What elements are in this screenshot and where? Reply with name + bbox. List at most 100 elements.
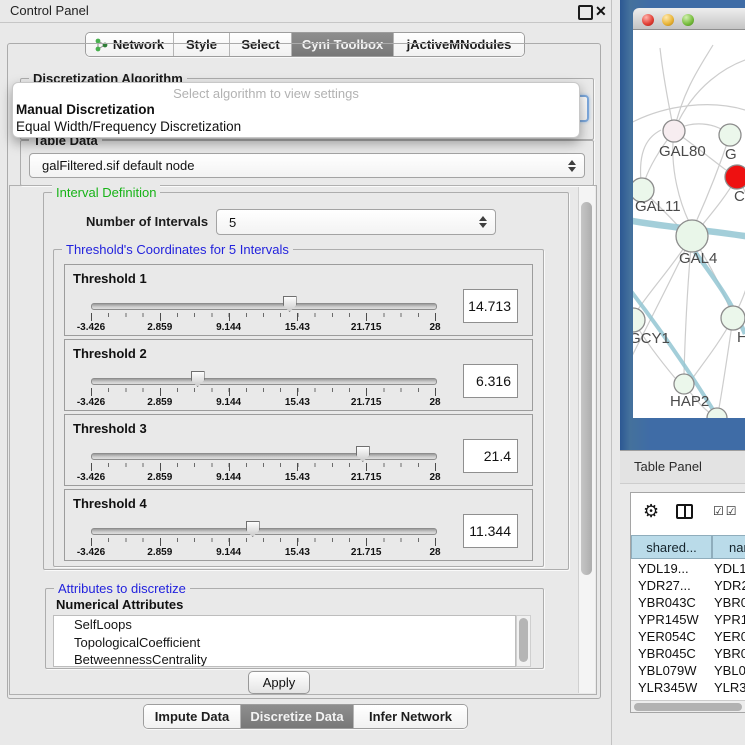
dropdown-option-manual[interactable]: Manual Discretization <box>16 102 155 117</box>
slider-minor-ticks <box>91 388 436 392</box>
threshold-value-field[interactable]: 14.713 <box>463 289 518 323</box>
select-columns-icons[interactable]: ☑☑ <box>713 504 739 518</box>
network-node-gcy1[interactable] <box>633 308 645 332</box>
minimize-traffic-light-icon[interactable] <box>662 14 674 26</box>
attributes-scrollbar[interactable] <box>516 615 531 667</box>
table-row[interactable]: YPR145WYPR145W <box>631 612 745 629</box>
network-edge <box>719 318 733 408</box>
table-horizontal-scrollbar[interactable] <box>631 700 745 713</box>
slider-track[interactable] <box>91 303 437 310</box>
slider-major-tick <box>435 388 436 396</box>
apply-button[interactable]: Apply <box>248 671 310 694</box>
close-traffic-light-icon[interactable] <box>642 14 654 26</box>
threshold-value-field[interactable]: 21.4 <box>463 439 518 473</box>
network-node-g[interactable] <box>719 124 741 146</box>
network-node[interactable] <box>707 408 727 418</box>
slider-tick-label: 28 <box>429 397 440 408</box>
cell-shared-name[interactable]: YDR27... <box>631 578 712 595</box>
slider-tick-label: 21.715 <box>351 547 382 558</box>
dropdown-option-equal-width[interactable]: Equal Width/Frequency Discretization <box>16 119 241 134</box>
slider-major-tick <box>229 463 230 471</box>
cell-name[interactable]: YER054C <box>712 629 745 646</box>
slider-tick-label: 15.43 <box>285 322 310 333</box>
cell-shared-name[interactable]: YBR043C <box>631 595 712 612</box>
table-row[interactable]: YBR043CYBR043C <box>631 595 745 612</box>
slider-track[interactable] <box>91 453 437 460</box>
cyni-mode-tabs: Impute Data Discretize DataInfer Network <box>143 704 468 729</box>
table-row[interactable]: YBR045CYBR045C <box>631 646 745 663</box>
table-data-combobox[interactable]: galFiltered.sif default node <box>29 153 585 178</box>
zoom-traffic-light-icon[interactable] <box>682 14 694 26</box>
thresholds-group: Threshold's Coordinates for 5 Intervals … <box>53 249 544 567</box>
slider-track[interactable] <box>91 378 437 385</box>
combo-stepper-icon <box>479 216 487 228</box>
network-edge <box>633 105 745 125</box>
cell-name[interactable]: YLR345W <box>712 680 745 697</box>
number-of-intervals-combobox[interactable]: 5 <box>216 209 496 235</box>
attribute-list-item[interactable]: SelfLoops <box>54 616 515 634</box>
cell-shared-name[interactable]: YLR345W <box>631 680 712 697</box>
column-header-shared-name[interactable]: shared... <box>631 535 712 559</box>
network-desktop: GAL80GCGAL11GAL4GCY1HHAP2 <box>620 0 745 450</box>
tab-label: Impute Data <box>155 709 229 724</box>
cell-name[interactable]: YBL079W <box>712 663 745 680</box>
cell-shared-name[interactable]: YPR145W <box>631 612 712 629</box>
cell-name[interactable]: YDL19... <box>712 561 745 578</box>
cell-name[interactable]: YPR145W <box>712 612 745 629</box>
scrollbar-thumb[interactable] <box>519 618 528 662</box>
threshold-value-field[interactable]: 6.316 <box>463 364 518 398</box>
threshold-2-box: Threshold 2-3.4262.8599.14415.4321.71528… <box>64 339 533 411</box>
cell-shared-name[interactable]: YER054C <box>631 629 712 646</box>
table-row[interactable]: YBL079WYBL079W <box>631 663 745 680</box>
threshold-label: Threshold 4 <box>73 496 147 511</box>
slider-major-tick <box>160 388 161 396</box>
table-row[interactable]: YDR27...YDR27... <box>631 578 745 595</box>
network-node-hap2[interactable] <box>674 374 694 394</box>
network-node-gal4[interactable] <box>676 220 708 252</box>
gear-icon[interactable]: ⚙ <box>643 501 659 522</box>
cell-shared-name[interactable]: YBL079W <box>631 663 712 680</box>
cell-name[interactable]: YBR045C <box>712 646 745 663</box>
threshold-1-box: Threshold 1-3.4262.8599.14415.4321.71528… <box>64 264 533 336</box>
slider-track[interactable] <box>91 528 437 535</box>
network-node-c[interactable] <box>725 165 745 189</box>
cell-name[interactable]: YDR27... <box>712 578 745 595</box>
control-panel-titlebar: Control Panel ✕ <box>0 0 612 23</box>
network-window: GAL80GCGAL11GAL4GCY1HHAP2 <box>633 8 745 422</box>
column-header-name[interactable]: name <box>712 535 745 559</box>
network-window-titlebar[interactable] <box>633 8 745 30</box>
panel-title: Control Panel <box>10 0 89 22</box>
numerical-attributes-list[interactable]: SelfLoopsTopologicalCoefficientBetweenne… <box>53 615 516 667</box>
network-canvas[interactable]: GAL80GCGAL11GAL4GCY1HHAP2 <box>633 30 745 418</box>
columns-icon[interactable] <box>676 504 693 519</box>
group-title: Threshold's Coordinates for 5 Intervals <box>62 242 293 257</box>
scrollbar-thumb[interactable] <box>581 202 592 575</box>
group-title: Interval Definition <box>52 185 160 200</box>
network-node-gal80[interactable] <box>663 120 685 142</box>
slider-major-tick <box>160 463 161 471</box>
slider-major-tick <box>229 538 230 546</box>
vertical-scrollbar[interactable] <box>578 187 595 693</box>
cell-name[interactable]: YBR043C <box>712 595 745 612</box>
table-row[interactable]: YDL19...YDL19... <box>631 561 745 578</box>
attribute-list-item[interactable]: TopologicalCoefficient <box>54 634 515 652</box>
attribute-list-item[interactable]: BetweennessCentrality <box>54 651 515 667</box>
split-divider[interactable] <box>611 0 612 745</box>
tab-infer-network[interactable]: Infer Network <box>354 705 467 728</box>
tab-impute-data[interactable]: Impute Data <box>144 705 241 728</box>
close-icon[interactable]: ✕ <box>595 2 607 20</box>
table-row[interactable]: YER054CYER054C <box>631 629 745 646</box>
threshold-4-box: Threshold 4-3.4262.8599.14415.4321.71528… <box>64 489 533 561</box>
table-header-row: shared... name <box>631 535 745 559</box>
table-row[interactable]: YLR345WYLR345W <box>631 680 745 697</box>
scrollbar-thumb[interactable] <box>634 703 742 711</box>
node-label: G <box>725 146 737 163</box>
tab-discretize-data[interactable]: Discretize Data <box>241 705 354 728</box>
float-window-icon[interactable] <box>578 5 593 20</box>
slider-tick-label: 28 <box>429 547 440 558</box>
threshold-value-field[interactable]: 11.344 <box>463 514 518 548</box>
network-node-h[interactable] <box>721 306 745 330</box>
cell-shared-name[interactable]: YBR045C <box>631 646 712 663</box>
number-of-intervals-label: Number of Intervals <box>86 214 208 229</box>
cell-shared-name[interactable]: YDL19... <box>631 561 712 578</box>
